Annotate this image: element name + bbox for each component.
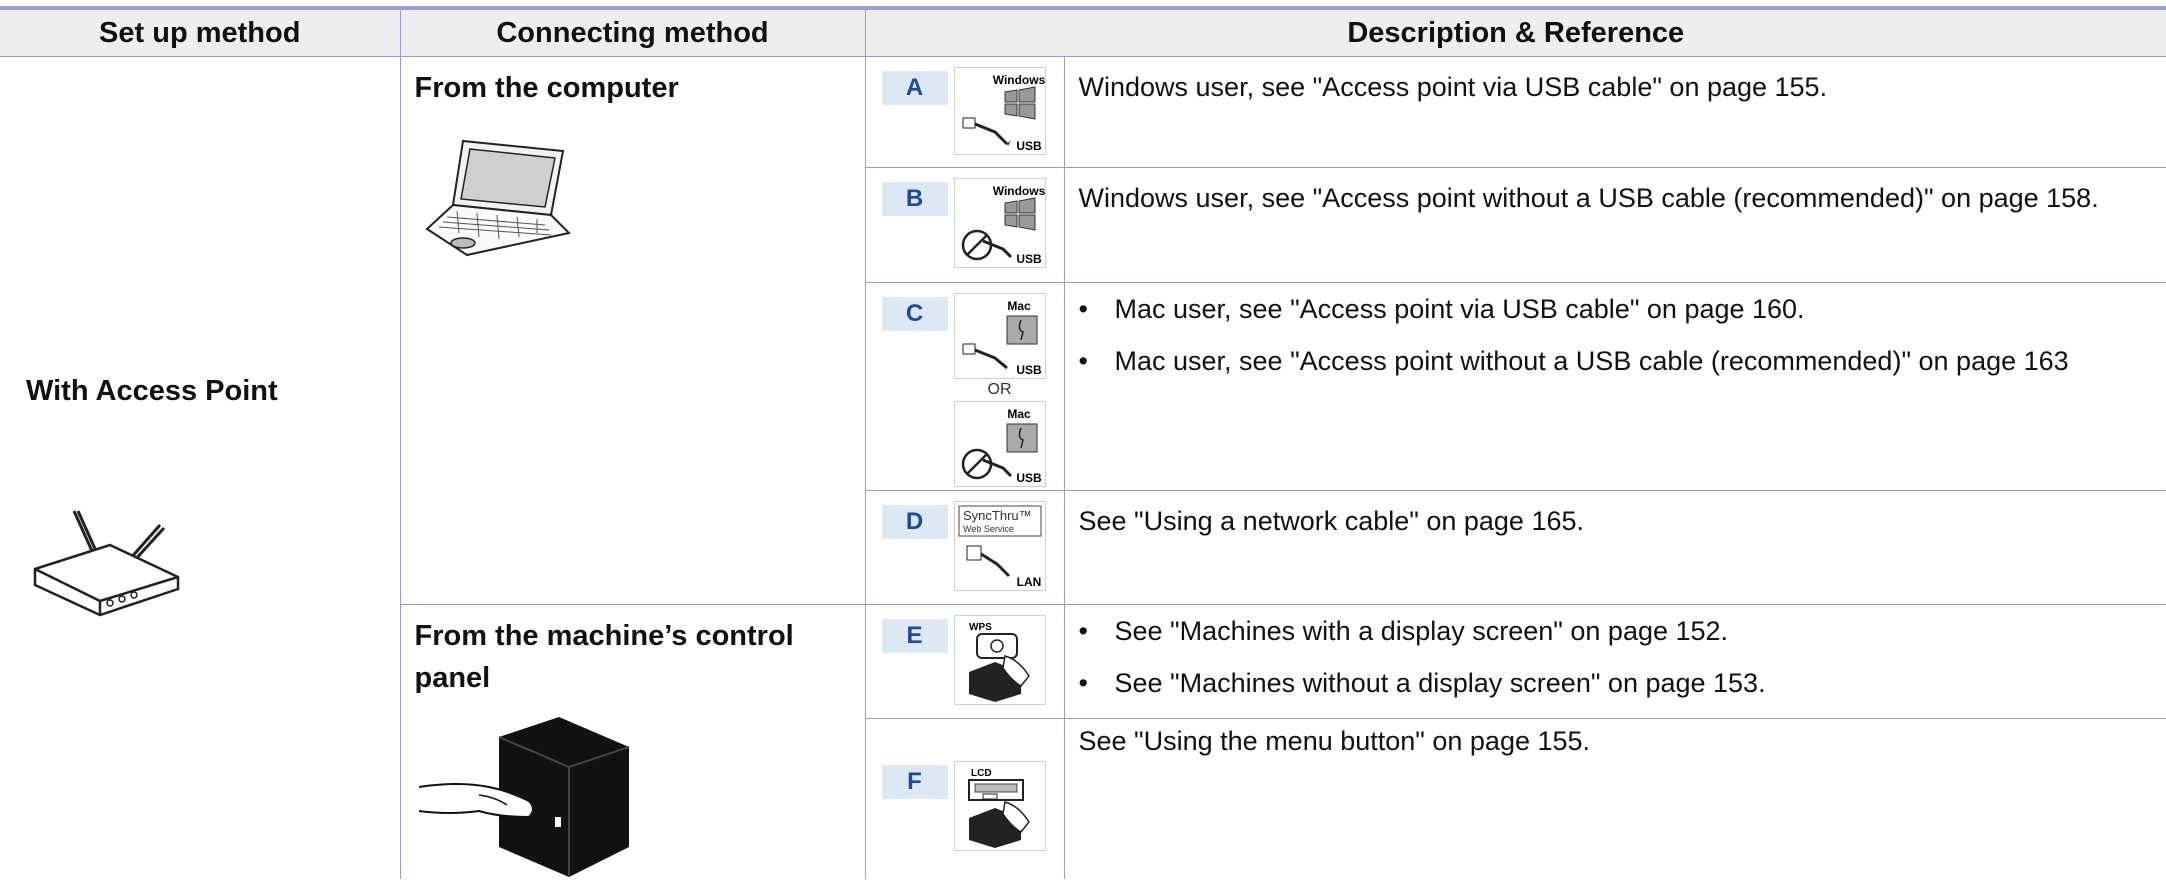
setup-method-label: With Access Point [26, 375, 278, 407]
connecting-computer-label: From the computer [414, 72, 679, 104]
wireless-router-icon [33, 510, 180, 617]
setup-table: Set up method Connecting method Descript… [0, 10, 2166, 879]
description-cell-f: See "Using the menu button" on page 155. [1064, 719, 2166, 880]
thumb-bottom-label: USB [1016, 471, 1042, 485]
thumb-top-label: Mac [1007, 299, 1031, 313]
description-text: See "Using the menu button" on page 155. [1078, 726, 1591, 756]
description-text: See "Using a network cable" on page 165. [1078, 506, 1585, 536]
or-separator: OR [987, 381, 1012, 398]
thumb-cell-d: D SyncThru™ Web Service LAN [865, 490, 1065, 605]
setup-method-cell: With Access Point [0, 56, 401, 879]
thumb-cell-b: B Windows USB [865, 167, 1065, 283]
description-cell-b: Windows user, see "Access point without … [1064, 167, 2166, 283]
thumb-cell-e: E WPS [865, 604, 1065, 719]
row-letter-f: F [881, 765, 948, 799]
wps-button-icon: WPS [953, 615, 1046, 705]
row-letter-a: A [881, 71, 948, 105]
table-row: With Access Point From the computer A Wi… [0, 56, 2166, 879]
thumb-top-label: LCD [971, 768, 992, 779]
thumb-bottom-label: USB [1016, 363, 1042, 377]
laptop-icon [424, 139, 571, 257]
list-item: See "Machines without a display screen" … [1079, 665, 2166, 701]
connecting-panel-label: From the machine’s control panel [414, 620, 794, 694]
thumb-cell-c: C Mac USB OR Mac USB [865, 282, 1065, 491]
row-letter-c: C [881, 297, 948, 331]
description-bullets: See "Machines with a display screen" on … [1065, 613, 2166, 701]
mac-usb-icon: Mac USB [953, 293, 1046, 379]
thumb-top-label: Windows [992, 73, 1045, 87]
thumb-bottom-label: USB [1016, 252, 1042, 266]
windows-no-usb-icon: Windows USB [953, 178, 1046, 268]
header-setup-method: Set up method [0, 10, 401, 57]
list-item: Mac user, see "Access point without a US… [1079, 343, 2166, 379]
description-cell-e: See "Machines with a display screen" on … [1064, 604, 2166, 719]
printer-hand-icon [418, 717, 629, 877]
thumb-bottom-label: LAN [1016, 575, 1041, 589]
header-connecting-method: Connecting method [400, 10, 866, 57]
description-cell-d: See "Using a network cable" on page 165. [1064, 490, 2166, 605]
list-item: See "Machines with a display screen" on … [1079, 613, 2166, 649]
thumb-top-label: Windows [992, 184, 1045, 198]
windows-usb-icon: Windows USB [953, 67, 1046, 155]
thumb-sub-label: Web Service [963, 524, 1014, 534]
mac-no-usb-icon: Mac USB [953, 401, 1046, 487]
row-letter-d: D [881, 505, 948, 539]
row-letter-b: B [881, 182, 948, 216]
list-item: Mac user, see "Access point via USB cabl… [1079, 291, 2166, 327]
lcd-menu-icon: LCD [953, 761, 1046, 851]
thumb-top-label: Mac [1007, 407, 1031, 421]
connecting-computer-cell: From the computer [400, 56, 866, 605]
description-text: Windows user, see "Access point without … [1078, 183, 2099, 213]
table-header-row: Set up method Connecting method Descript… [0, 10, 2166, 57]
syncthru-lan-icon: SyncThru™ Web Service LAN [953, 501, 1046, 591]
connecting-panel-cell: From the machine’s control panel [400, 604, 866, 879]
thumb-cell-a: A Windows USB [865, 56, 1065, 168]
thumb-top-label: WPS [969, 622, 992, 633]
thumb-bottom-label: USB [1016, 139, 1042, 153]
description-cell-a: Windows user, see "Access point via USB … [1064, 56, 2166, 168]
description-text: Windows user, see "Access point via USB … [1078, 72, 1828, 102]
thumb-cell-f: F LCD [865, 718, 1065, 879]
thumb-top-label: SyncThru™ [963, 508, 1032, 523]
description-bullets: Mac user, see "Access point via USB cabl… [1065, 291, 2166, 379]
header-description-reference: Description & Reference [865, 10, 2166, 57]
row-letter-e: E [881, 619, 948, 653]
description-cell-c: Mac user, see "Access point via USB cabl… [1064, 282, 2166, 491]
